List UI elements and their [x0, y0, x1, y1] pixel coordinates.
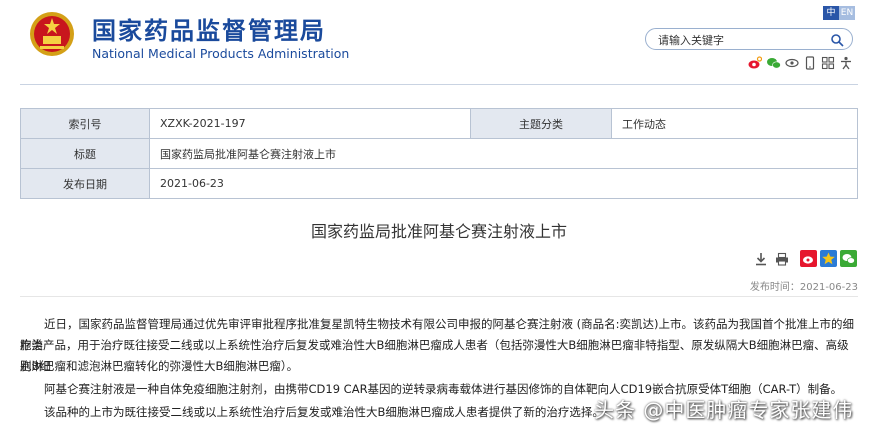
publish-time-value: 2021-06-23 — [799, 282, 858, 293]
table-row: 发布日期 2021-06-23 — [20, 168, 858, 199]
index-label: 索引号 — [20, 108, 150, 139]
wechat-share-icon[interactable] — [840, 250, 857, 267]
date-label: 发布日期 — [20, 168, 150, 199]
title-label: 标题 — [20, 138, 150, 169]
category-label: 主题分类 — [470, 108, 612, 139]
article-meta-table: 索引号 XZXK-2021-197 主题分类 工作动态 标题 国家药监局批准阿基… — [20, 108, 858, 199]
table-row: 标题 国家药监局批准阿基仑赛注射液上市 — [20, 138, 858, 169]
category-value: 工作动态 — [611, 108, 858, 139]
site-name-cn[interactable]: 国家药品监督管理局 — [92, 11, 326, 46]
mobile-icon[interactable] — [803, 56, 817, 70]
publish-time-label: 发布时间： — [749, 282, 800, 293]
accessibility-icon[interactable] — [839, 56, 853, 70]
search-icon[interactable] — [830, 33, 844, 47]
wechat-icon[interactable] — [767, 56, 781, 70]
weibo-share-icon[interactable] — [800, 250, 817, 267]
index-value: XZXK-2021-197 — [149, 108, 471, 139]
content-divider — [20, 296, 858, 297]
national-emblem-icon — [30, 12, 74, 56]
print-icon[interactable] — [775, 252, 789, 266]
lang-en-button[interactable]: EN — [839, 6, 855, 20]
publish-time: 发布时间：2021-06-23 — [750, 278, 858, 293]
date-value: 2021-06-23 — [149, 168, 858, 199]
search-box[interactable]: 请输入关键字 — [645, 28, 853, 50]
table-row: 索引号 XZXK-2021-197 主题分类 工作动态 — [20, 108, 858, 139]
title-value: 国家药监局批准阿基仑赛注射液上市 — [149, 138, 858, 169]
site-header: 国家药品监督管理局 National Medical Products Admi… — [0, 0, 878, 96]
search-input[interactable]: 请输入关键字 — [658, 32, 724, 48]
lang-zh-button[interactable]: 中 — [823, 6, 839, 20]
eye-icon[interactable] — [785, 56, 799, 70]
weibo-icon[interactable] — [748, 56, 762, 70]
paragraph-1-line-3: 胞淋巴瘤和滤泡淋巴瘤转化的弥漫性大B细胞淋巴瘤）。 — [20, 359, 299, 373]
grid-icon[interactable] — [821, 56, 835, 70]
site-name-en[interactable]: National Medical Products Administration — [92, 46, 349, 61]
download-icon[interactable] — [754, 252, 768, 266]
watermark: 头条 @中医肿瘤专家张建伟 — [594, 398, 854, 422]
qzone-share-icon[interactable] — [820, 250, 837, 267]
article-title: 国家药监局批准阿基仑赛注射液上市 — [310, 222, 567, 241]
header-divider — [20, 84, 858, 85]
